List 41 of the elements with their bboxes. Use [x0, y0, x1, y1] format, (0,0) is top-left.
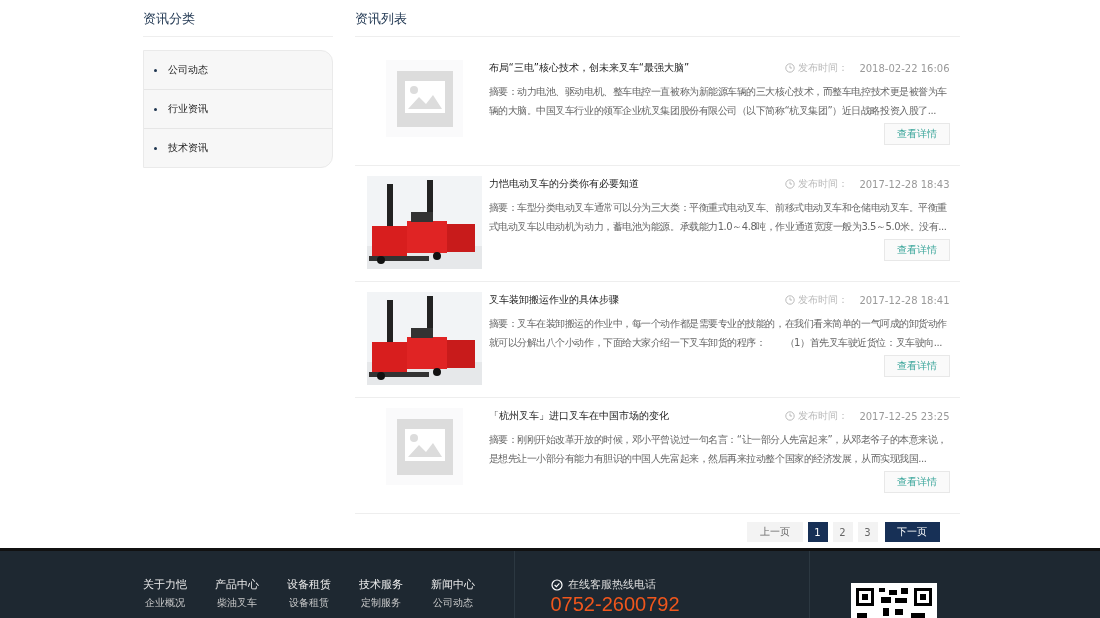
next-page-button[interactable]: 下一页	[884, 522, 940, 542]
category-item[interactable]: 公司动态	[143, 51, 332, 90]
footer-link[interactable]: 定制服务	[360, 596, 401, 610]
page-number-button[interactable]: 1	[807, 522, 828, 542]
image-placeholder-icon	[386, 60, 463, 137]
section-title: 资讯列表	[354, 0, 960, 37]
date-label: 发布时间：	[798, 293, 849, 307]
article-title[interactable]: 力恺电动叉车的分类你有必要知道	[488, 177, 639, 191]
article-date: 2017-12-28 18:43	[859, 178, 950, 190]
page-number-button[interactable]: 2	[832, 522, 853, 542]
footer-link[interactable]: 柴油叉车	[216, 596, 257, 610]
article-date: 2017-12-25 23:25	[859, 410, 950, 422]
article-summary: 摘要：车型分类电动叉车通常可以分为三大类：平衡重式电动叉车、前移式电动叉车和仓储电动叉车。平衡重式电动叉车以电动机为动力，蓄电池为能源。承载能力1.0～4.8吨，作业通道宽度一般为3.5～5.0米。没有...	[488, 201, 948, 234]
article-summary: 摘要：叉车在装卸搬运的作业中，每一个动作都是需要专业的技能的，在我们看来简单的一气呵成的卸货动作就可以分解出八个小动作，下面给大家介绍一下叉车卸货的程序： （1）首先叉车驶近货位：叉车驶向...	[488, 317, 948, 350]
category-item[interactable]: 行业资讯	[143, 90, 332, 129]
date-label: 发布时间：	[798, 409, 849, 423]
footer-heading: 新闻中心	[430, 577, 475, 592]
article-title[interactable]: 「杭州叉车」进口叉车在中国市场的变化	[488, 409, 669, 423]
footer-heading: 技术服务	[358, 577, 403, 592]
article-date: 2018-02-22 16:06	[859, 62, 950, 74]
page-number-button[interactable]: 3	[857, 522, 878, 542]
image-placeholder-icon	[386, 408, 463, 485]
prev-page-button[interactable]: 上一页	[746, 522, 803, 542]
hotline-number: 0752-2600792	[550, 593, 681, 615]
footer-link[interactable]: 设备租赁	[288, 596, 329, 610]
article-date: 2017-12-28 18:41	[859, 294, 950, 306]
article-summary: 摘要：刚刚开始改革开放的时候，邓小平曾说过一句名言：“让一部分人先富起来”，从邓老爷子的本意来说，是想先让一小部分有能力有胆识的中国人先富起来，然后再来拉动整个国家的经济发展，从而实现我国...	[488, 433, 948, 466]
category-item[interactable]: 技术资讯	[143, 129, 332, 167]
date-label: 发布时间：	[798, 61, 849, 75]
article-summary: 摘要：动力电池、驱动电机、整车电控一直被称为新能源车辆的三大核心技术，而整车电控技术更是被誉为车辆的大脑。中国叉车行业的领军企业杭叉集团股份有限公司（以下简称“杭叉集团”）近日战略投资入股了...	[488, 85, 948, 118]
article-title[interactable]: 叉车装卸搬运作业的具体步骤	[488, 293, 619, 307]
footer-heading: 关于力恺	[142, 577, 187, 592]
date-label: 发布时间：	[798, 177, 849, 191]
qr-code-icon	[850, 583, 937, 618]
section-title: 资讯分类	[142, 0, 333, 37]
footer-link[interactable]: 公司动态	[432, 596, 473, 610]
footer-heading: 产品中心	[214, 577, 259, 592]
hotline-label: 在线客服热线电话	[567, 577, 656, 592]
footer-heading: 设备租赁	[286, 577, 331, 592]
article-title[interactable]: 布局“三电”核心技术，创未来叉车“最强大脑”	[488, 61, 690, 75]
footer-link[interactable]: 企业概况	[144, 596, 185, 610]
